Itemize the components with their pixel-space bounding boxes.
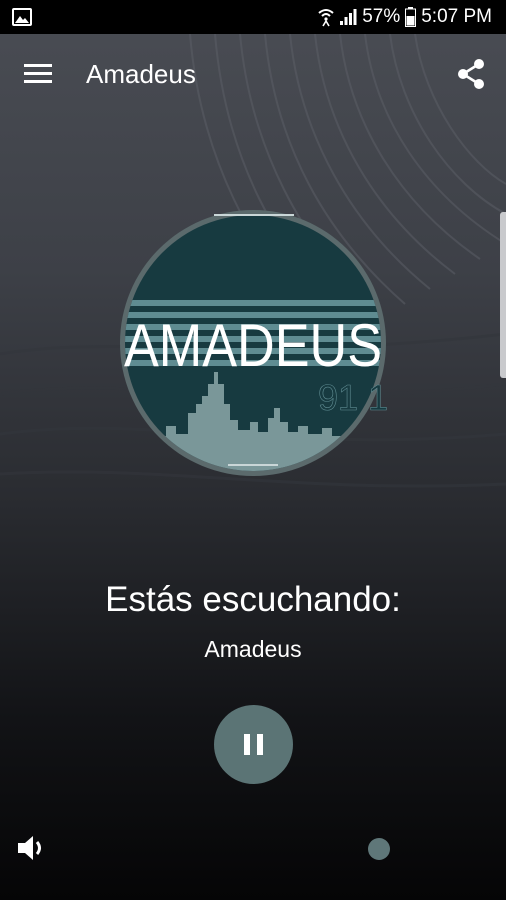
battery-percent: 57% xyxy=(362,6,401,27)
station-name: Amadeus xyxy=(204,636,302,662)
wifi-calling-icon xyxy=(318,9,334,27)
hamburger-menu-icon[interactable] xyxy=(24,62,54,86)
status-time: 5:07 PM xyxy=(421,6,492,27)
scroll-handle[interactable] xyxy=(500,212,506,378)
signal-strength-icon xyxy=(340,9,357,25)
app-screen: 57% 5:07 PM Amadeus AMADEUS 91 1 Estás e… xyxy=(0,0,506,900)
share-icon[interactable] xyxy=(456,58,486,90)
pause-icon xyxy=(244,734,264,755)
pause-bar-right xyxy=(257,734,263,755)
image-notification-icon xyxy=(12,8,32,26)
status-indicators: 57% 5:07 PM xyxy=(318,0,492,34)
station-logo: AMADEUS 91 1 xyxy=(120,210,388,476)
volume-slider[interactable] xyxy=(60,838,480,860)
logo-frequency-text: 91 1 xyxy=(318,377,388,418)
pause-button[interactable] xyxy=(214,705,293,784)
logo-brand-text: AMADEUS xyxy=(124,312,382,379)
battery-icon xyxy=(405,7,417,27)
volume-icon[interactable] xyxy=(16,833,48,863)
app-bar: Amadeus xyxy=(0,34,506,116)
pause-bar-left xyxy=(244,734,250,755)
volume-slider-thumb[interactable] xyxy=(368,838,391,860)
app-title: Amadeus xyxy=(86,59,196,89)
now-playing-label: Estás escuchando: xyxy=(105,580,401,619)
status-bar: 57% 5:07 PM xyxy=(0,0,506,34)
